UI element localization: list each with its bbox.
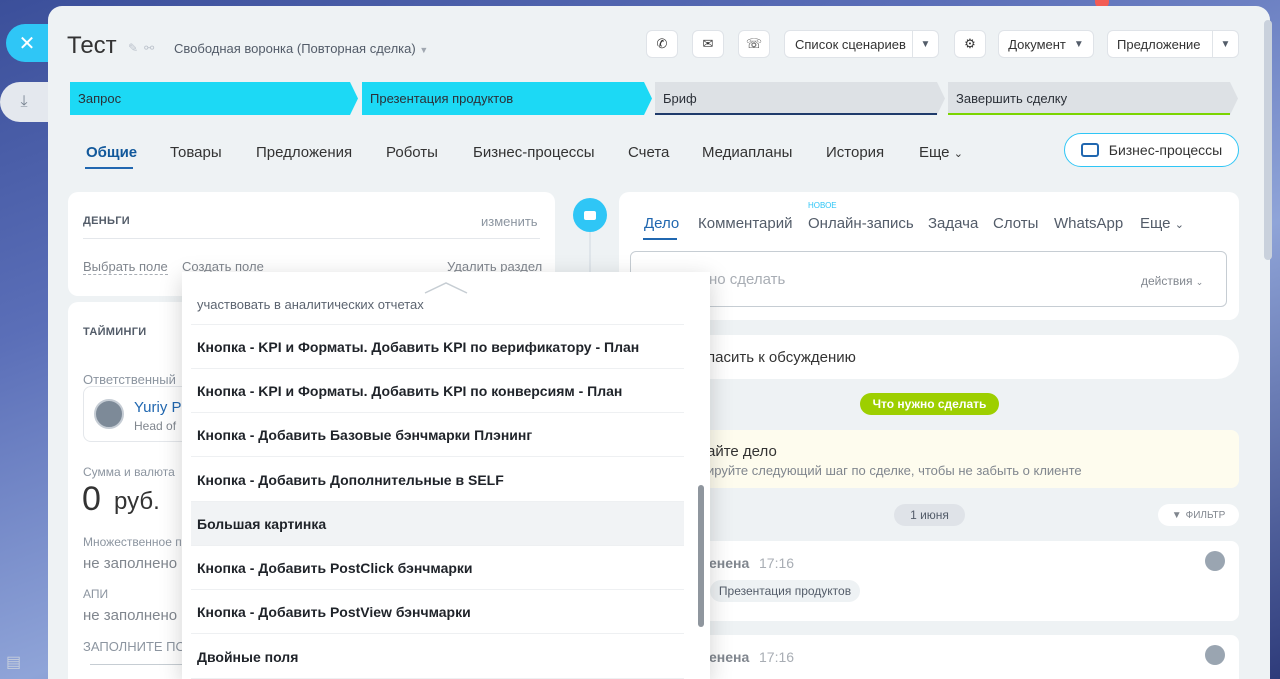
printer-icon[interactable]: ▤ (6, 652, 21, 672)
comment-icon (573, 198, 607, 232)
choose-field-link[interactable]: Выбрать поле (83, 259, 168, 275)
api-value: не заполнено (83, 607, 178, 624)
funnel-selector[interactable]: Свободная воронка (Повторная сделка) ▼ (174, 41, 428, 56)
download-icon: ⤓ (20, 93, 28, 110)
close-slider-button[interactable]: ✕ (6, 24, 48, 62)
sum-value: 0 (82, 480, 101, 518)
chat-icon: ☏ (745, 36, 763, 51)
field-select-popup: участвовать в аналитических отчетах Кноп… (182, 272, 710, 679)
discuss-card[interactable]: пасить к обсуждению (619, 335, 1239, 379)
email-button[interactable]: ✉ (692, 30, 724, 58)
mail-icon: ✉ (702, 36, 714, 51)
tab-products[interactable]: Товары (170, 144, 222, 161)
list-item[interactable]: участвовать в аналитических отчетах (197, 297, 424, 312)
plan-activity-card[interactable]: айте дело ируйте следующий шаг по сделке… (619, 430, 1239, 488)
timeline-item: енена 17:16 Презентация продуктов (619, 541, 1239, 621)
stage-brief[interactable]: Бриф (655, 82, 945, 115)
tab-comment[interactable]: Комментарий (698, 215, 792, 232)
offer-button[interactable]: Предложение ▼ (1107, 30, 1239, 58)
business-processes-button[interactable]: Бизнес-процессы (1064, 133, 1239, 167)
list-item-highlighted[interactable]: Большая картинка (191, 502, 684, 546)
tab-whatsapp[interactable]: WhatsApp (1054, 215, 1123, 232)
tab-invoices[interactable]: Счета (628, 144, 669, 161)
deal-title: Тест (67, 32, 117, 59)
tab-business-processes[interactable]: Бизнес-процессы (473, 144, 595, 161)
business-process-icon (1080, 143, 1099, 157)
new-badge: НОВОЕ (808, 201, 837, 210)
document-button[interactable]: Документ ▼ (998, 30, 1094, 58)
chevron-down-icon: ⌄ (1195, 277, 1204, 287)
tab-activity[interactable]: Дело (644, 215, 679, 232)
stage-presentation[interactable]: Презентация продуктов (362, 82, 652, 115)
chevron-down-icon: ⌄ (1174, 219, 1184, 231)
list-item[interactable]: Кнопка - KPI и Форматы. Добавить KPI по … (191, 369, 684, 413)
tab-general[interactable]: Общие (86, 144, 137, 161)
phone-icon: ✆ (656, 36, 668, 51)
todo-input[interactable]: но сделать действия ⌄ (630, 251, 1227, 307)
list-item[interactable]: Кнопка - Добавить PostView бэнчмарки (191, 590, 684, 634)
close-icon: ✕ (18, 32, 36, 55)
edit-icon[interactable]: ✎ (128, 41, 144, 55)
stage-tag: Презентация продуктов (710, 580, 860, 602)
filter-icon: ▼ (1171, 509, 1182, 521)
tab-online-booking[interactable]: Онлайн-запись (808, 215, 914, 232)
page-scrollbar[interactable] (1264, 20, 1272, 260)
settings-button[interactable]: ⚙ (954, 30, 986, 58)
stage-request[interactable]: Запрос (70, 82, 358, 115)
chevron-down-icon: ▼ (1073, 38, 1084, 50)
responsible-label: Ответственный (83, 372, 176, 387)
api-label: АПИ (83, 587, 109, 601)
stage-close-deal[interactable]: Завершить сделку (948, 82, 1238, 115)
tab-more[interactable]: Еще ⌄ (919, 144, 963, 161)
tab-offers[interactable]: Предложения (256, 144, 352, 161)
section-title: ДЕНЬГИ (83, 215, 130, 227)
dropdown-scrollbar[interactable] (698, 485, 704, 627)
actions-dropdown[interactable]: действия ⌄ (1141, 274, 1203, 288)
filter-button[interactable]: ▼ ФИЛЬТР (1158, 504, 1239, 526)
list-item[interactable]: Двойные поля (191, 635, 684, 679)
avatar (94, 399, 124, 429)
avatar (1205, 645, 1225, 665)
tab-slots[interactable]: Слоты (993, 215, 1038, 232)
date-pill: 1 июня (894, 504, 965, 526)
multi-field-value: не заполнено (83, 555, 178, 572)
sum-label: Сумма и валюта (83, 465, 175, 479)
section-title: ТАЙМИНГИ (83, 326, 147, 338)
timeline-item: енена 17:16 (619, 635, 1239, 679)
list-item[interactable]: Кнопка - Добавить PostClick бэнчмарки (191, 546, 684, 590)
todo-pill: Что нужно сделать (860, 393, 999, 415)
chevron-down-icon[interactable]: ▼ (912, 30, 938, 58)
fill-fields-label: ЗАПОЛНИТЕ ПОЛ (83, 639, 195, 654)
tab-robots[interactable]: Роботы (386, 144, 438, 161)
chat-button[interactable]: ☏ (738, 30, 770, 58)
responsible-role: Head of (134, 419, 177, 433)
call-button[interactable]: ✆ (646, 30, 678, 58)
chevron-down-icon: ⌄ (953, 148, 963, 160)
tab-history[interactable]: История (826, 144, 884, 161)
chevron-down-icon[interactable]: ▼ (1212, 30, 1238, 58)
currency: руб. (114, 488, 160, 515)
tab-task[interactable]: Задача (928, 215, 978, 232)
link-icon[interactable]: ⚯ (144, 41, 160, 55)
multi-field-label: Множественное п (83, 535, 182, 549)
minimize-slider-tab[interactable]: ⤓ (0, 82, 48, 122)
tab-more-activity[interactable]: Еще ⌄ (1140, 215, 1184, 232)
scroll-up-icon[interactable] (424, 282, 468, 294)
list-item[interactable]: Кнопка - Добавить Дополнительные в SELF (191, 458, 684, 502)
list-item[interactable]: Кнопка - Добавить Базовые бэнчмарки Плэн… (191, 413, 684, 457)
scenarios-button[interactable]: Список сценариев ▼ (784, 30, 939, 58)
gear-icon: ⚙ (964, 36, 976, 51)
list-item[interactable]: Кнопка - KPI и Форматы. Добавить KPI по … (191, 325, 684, 369)
avatar (1205, 551, 1225, 571)
tab-mediaplans[interactable]: Медиапланы (702, 144, 792, 161)
edit-section-link[interactable]: изменить (481, 214, 538, 229)
